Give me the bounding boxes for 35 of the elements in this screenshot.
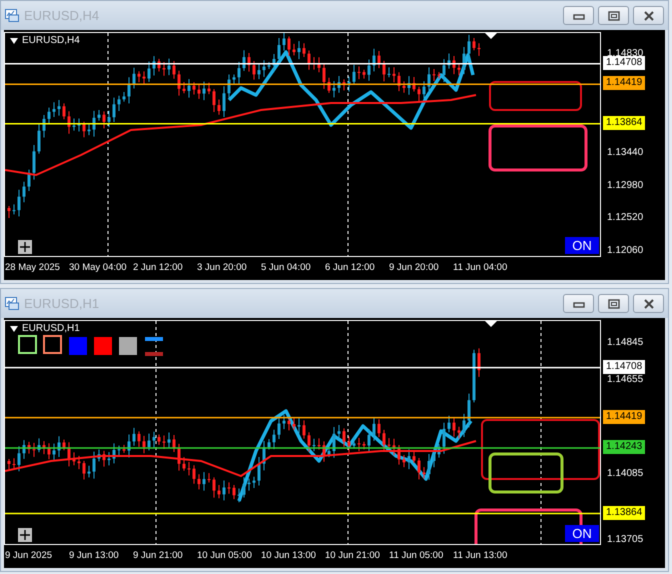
price-tag: 1.14243 bbox=[603, 440, 646, 454]
price-tag: 1.14708 bbox=[603, 360, 646, 374]
price-axis-label: 1.12060 bbox=[607, 245, 644, 258]
price-axis-label: 1.13440 bbox=[607, 146, 644, 159]
chart-symbol-text: EURUSD,H4 bbox=[22, 35, 80, 46]
price-axis-label: 1.12520 bbox=[607, 212, 644, 224]
time-axis-label: 9 Jun 13:00 bbox=[69, 550, 120, 560]
price-axis-label: 1.14845 bbox=[607, 336, 644, 349]
time-axis-label: 10 Jun 05:00 bbox=[197, 550, 253, 560]
time-axis-label: 9 Jun 21:00 bbox=[133, 550, 184, 560]
price-tag: 1.14708 bbox=[603, 56, 646, 70]
time-axis-label: 3 Jun 20:00 bbox=[197, 262, 248, 272]
time-axis-label: 11 Jun 05:00 bbox=[389, 550, 444, 560]
chart-symbol-text: EURUSD,H1 bbox=[22, 323, 80, 334]
time-axis-label: 11 Jun 13:00 bbox=[453, 550, 508, 560]
on-toggle-button[interactable]: ON bbox=[565, 525, 599, 542]
time-axis-label: 6 Jun 12:00 bbox=[325, 262, 376, 272]
time-axis-label: 10 Jun 13:00 bbox=[261, 550, 317, 560]
price-axis-label: 1.14085 bbox=[607, 468, 644, 480]
time-axis-label: 28 May 2025 bbox=[5, 262, 61, 272]
price-tag: 1.13864 bbox=[603, 506, 646, 520]
time-axis-label: 2 Jun 12:00 bbox=[133, 262, 184, 272]
time-axis-label: 9 Jun 20:00 bbox=[389, 262, 440, 272]
time-axis-label: 5 Jun 04:00 bbox=[261, 262, 312, 272]
price-tag: 1.14419 bbox=[603, 410, 646, 424]
price-axis-label: 1.13705 bbox=[607, 534, 644, 546]
on-toggle-button[interactable]: ON bbox=[565, 237, 599, 254]
price-tag: 1.14419 bbox=[603, 76, 646, 90]
time-axis-label: 30 May 04:00 bbox=[69, 262, 128, 272]
price-tag: 1.13864 bbox=[603, 116, 646, 130]
time-axis-label: 10 Jun 21:00 bbox=[325, 550, 381, 560]
price-axis-label: 1.14655 bbox=[607, 374, 644, 386]
price-axis-label: 1.12980 bbox=[607, 180, 644, 192]
time-axis-label: 11 Jun 04:00 bbox=[453, 262, 508, 272]
time-axis-label: 9 Jun 2025 bbox=[5, 550, 54, 560]
